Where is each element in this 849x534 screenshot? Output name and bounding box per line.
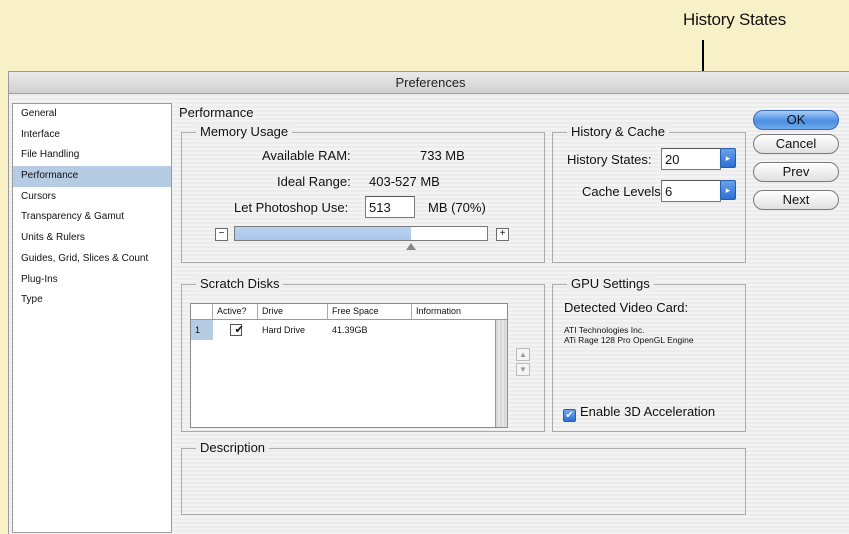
preferences-window: Preferences General Interface File Handl… xyxy=(8,71,849,534)
available-ram-value: 733 MB xyxy=(420,148,465,163)
history-states-callout: History States xyxy=(683,10,787,29)
column-header-free-space[interactable]: Free Space xyxy=(328,304,412,319)
history-states-input[interactable]: 20 xyxy=(661,148,721,170)
cache-levels-dropdown-button[interactable]: ▸ xyxy=(720,180,736,200)
memory-slider[interactable] xyxy=(234,226,488,250)
sidebar-item-cursors[interactable]: Cursors xyxy=(13,187,171,208)
sidebar-item-performance[interactable]: Performance xyxy=(13,166,171,187)
enable-3d-label: Enable 3D Acceleration xyxy=(580,404,716,419)
table-scrollbar[interactable] xyxy=(495,320,507,427)
prev-button[interactable]: Prev xyxy=(753,162,839,182)
ideal-range-value: 403-527 MB xyxy=(369,174,440,189)
memory-slider-thumb[interactable] xyxy=(406,243,417,250)
history-states-dropdown-button[interactable]: ▸ xyxy=(720,148,736,168)
memory-use-unit: MB (70%) xyxy=(428,200,486,215)
scratch-disks-group: Scratch Disks Active? Drive Free Space I… xyxy=(181,276,545,432)
scratch-disks-table: Active? Drive Free Space Information 1 ✔… xyxy=(190,303,508,428)
history-states-label: History States: xyxy=(567,152,652,167)
detected-video-card-label: Detected Video Card: xyxy=(564,300,689,315)
sidebar-item-units-rulers[interactable]: Units & Rulers xyxy=(13,228,171,249)
ok-button[interactable]: OK xyxy=(753,110,839,130)
move-up-button[interactable]: ▲ xyxy=(516,348,530,361)
window-content: General Interface File Handling Performa… xyxy=(9,95,849,534)
row-active-cell: ✔ xyxy=(213,320,258,340)
column-header-number xyxy=(191,304,213,319)
column-header-information[interactable]: Information xyxy=(412,304,494,319)
active-checkbox[interactable]: ✔ xyxy=(229,324,244,336)
memory-use-input[interactable]: 513 xyxy=(365,196,415,218)
table-header: Active? Drive Free Space Information xyxy=(191,304,507,320)
column-header-active[interactable]: Active? xyxy=(213,304,258,319)
memory-usage-group: Memory Usage Available RAM: 733 MB Ideal… xyxy=(181,124,545,263)
history-cache-legend: History & Cache xyxy=(567,124,669,139)
sidebar-item-transparency-gamut[interactable]: Transparency & Gamut xyxy=(13,207,171,228)
sidebar-item-interface[interactable]: Interface xyxy=(13,125,171,146)
row-number: 1 xyxy=(191,320,213,340)
enable-3d-row[interactable]: ✔ Enable 3D Acceleration xyxy=(563,404,715,422)
sidebar-item-file-handling[interactable]: File Handling xyxy=(13,145,171,166)
memory-slider-fill xyxy=(235,227,412,240)
column-header-drive[interactable]: Drive xyxy=(258,304,328,319)
move-down-button[interactable]: ▼ xyxy=(516,363,530,376)
cache-levels-label: Cache Levels: xyxy=(582,184,665,199)
ideal-range-label: Ideal Range: xyxy=(277,174,351,189)
memory-increase-button[interactable]: + xyxy=(496,228,509,241)
gpu-settings-group: GPU Settings Detected Video Card: ATI Te… xyxy=(552,276,746,432)
memory-decrease-button[interactable]: − xyxy=(215,228,228,241)
history-cache-group: History & Cache History States: 20 ▸ Cac… xyxy=(552,124,746,263)
scratch-disks-legend: Scratch Disks xyxy=(196,276,284,291)
memory-usage-legend: Memory Usage xyxy=(196,124,293,139)
gpu-settings-legend: GPU Settings xyxy=(567,276,654,291)
row-free-space: 41.39GB xyxy=(332,325,368,335)
sidebar-item-guides-grid[interactable]: Guides, Grid, Slices & Count xyxy=(13,249,171,270)
table-row[interactable]: 1 ✔ Hard Drive 41.39GB xyxy=(191,320,507,340)
preferences-sidebar: General Interface File Handling Performa… xyxy=(12,103,172,533)
cache-levels-input[interactable]: 6 xyxy=(661,180,721,202)
cancel-button[interactable]: Cancel xyxy=(753,134,839,154)
row-drive: Hard Drive xyxy=(262,325,306,335)
description-legend: Description xyxy=(196,440,270,455)
let-photoshop-use-label: Let Photoshop Use: xyxy=(234,200,349,215)
video-card-model: ATi Rage 128 Pro OpenGL Engine xyxy=(564,335,694,345)
sidebar-item-plug-ins[interactable]: Plug-Ins xyxy=(13,270,171,291)
section-title: Performance xyxy=(179,105,254,120)
next-button[interactable]: Next xyxy=(753,190,839,210)
sidebar-item-general[interactable]: General xyxy=(13,104,171,125)
enable-3d-checkbox[interactable]: ✔ xyxy=(563,409,576,422)
window-title: Preferences xyxy=(9,72,849,94)
sidebar-item-type[interactable]: Type xyxy=(13,290,171,311)
row-information xyxy=(412,320,494,340)
video-card-vendor: ATI Technologies Inc. xyxy=(564,325,645,335)
description-group: Description xyxy=(181,440,746,515)
available-ram-label: Available RAM: xyxy=(262,148,351,163)
